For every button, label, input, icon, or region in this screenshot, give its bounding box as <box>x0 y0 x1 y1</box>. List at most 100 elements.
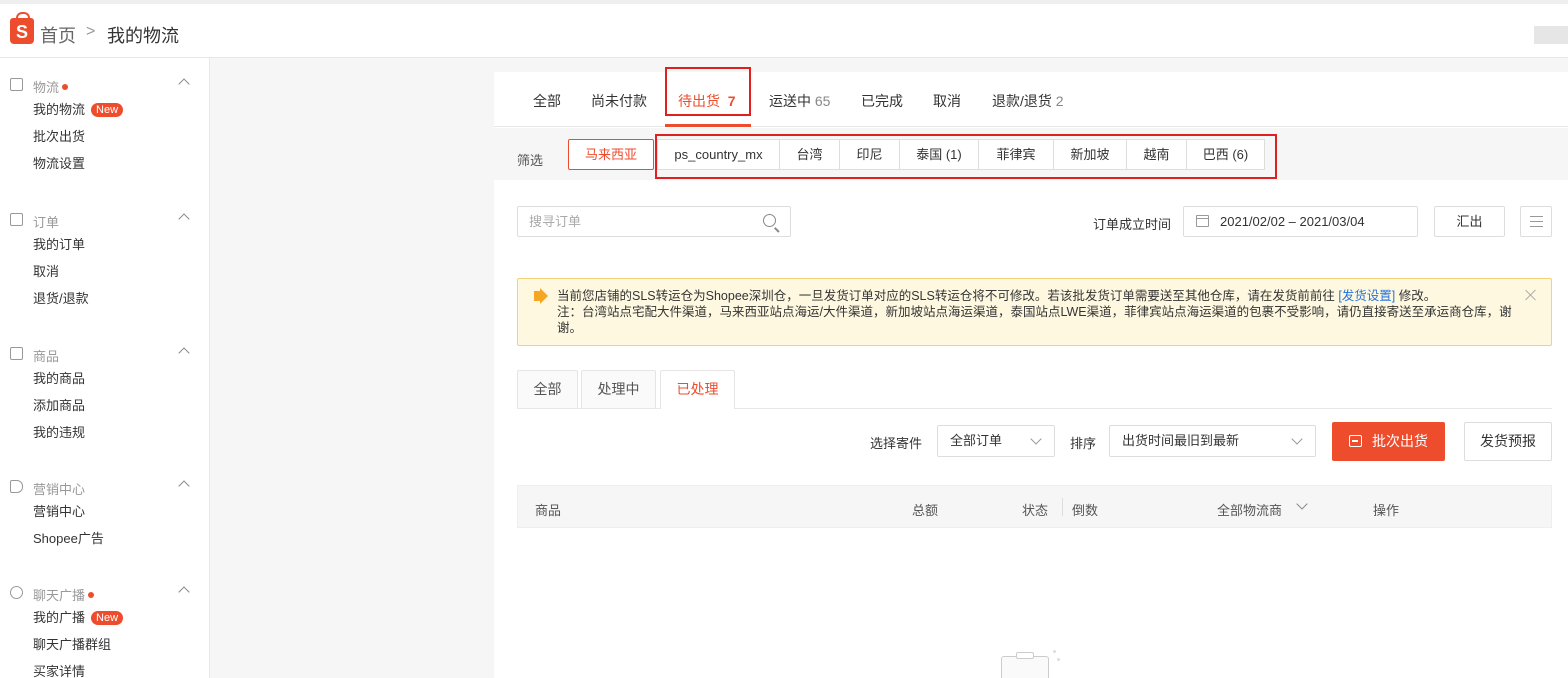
subtab-processing[interactable]: 处理中 <box>581 370 656 408</box>
calendar-icon <box>1196 215 1209 227</box>
sidebar-item-batch-ship[interactable]: 批次出货 <box>0 123 210 150</box>
top-header: S 首页 > 我的物流 <box>0 0 1568 58</box>
column-carrier-filter[interactable]: 全部物流商 <box>1217 500 1282 519</box>
sidebar-section-header[interactable]: 商品 <box>0 343 210 365</box>
sidebar-section-title: 营销中心 <box>33 482 86 497</box>
notice-banner: 当前您店铺的SLS转运仓为Shopee深圳仓，一旦发货订单对应的SLS转运仓将不… <box>517 278 1552 346</box>
column-product: 商品 <box>535 503 562 518</box>
column-action: 操作 <box>1373 503 1400 518</box>
more-menu-button[interactable] <box>1520 206 1552 237</box>
sidebar-section-title: 订单 <box>33 215 60 230</box>
search-input[interactable] <box>518 207 758 236</box>
notice-text: 当前您店铺的SLS转运仓为Shopee深圳仓，一旦发货订单对应的SLS转运仓将不… <box>557 289 1512 335</box>
sidebar-section-logistics: 物流 我的物流 New 批次出货 物流设置 <box>0 74 210 177</box>
column-total: 总额 <box>912 503 939 518</box>
sidebar-section-chat-broadcast: 聊天广播 我的广播 New 聊天广播群组 买家详情 <box>0 582 210 678</box>
courier-filter-label: 选择寄件 <box>870 436 923 451</box>
tab-all[interactable]: 全部 <box>533 91 561 111</box>
sidebar-section-title: 物流 <box>33 80 60 95</box>
column-divider <box>1062 498 1063 516</box>
sidebar-item-cancel[interactable]: 取消 <box>0 258 210 285</box>
sort-select[interactable]: 出货时间最旧到最新 <box>1109 425 1316 457</box>
sidebar-item-marketing-center[interactable]: 营销中心 <box>0 498 210 525</box>
speaker-icon <box>534 288 548 304</box>
sidebar-item-label: 聊天广播群组 <box>33 637 112 652</box>
new-badge: New <box>91 611 124 625</box>
chevron-up-icon[interactable] <box>178 213 190 225</box>
close-icon[interactable] <box>1525 289 1537 301</box>
column-countdown: 倒数 <box>1072 503 1099 518</box>
sidebar-item-label: 添加商品 <box>33 398 86 413</box>
sort-label: 排序 <box>1070 436 1097 451</box>
order-search <box>517 206 791 237</box>
date-filter-label: 订单成立时间 <box>1093 217 1172 232</box>
notice-note: 注：台湾站点宅配大件渠道，马来西亚站点海运/大件渠道，新加坡站点海运渠道，泰国站… <box>557 305 1512 335</box>
tab-cancelled[interactable]: 取消 <box>933 91 961 111</box>
tab-shipping[interactable]: 运送中 65 <box>769 91 830 111</box>
shipping-settings-link[interactable]: [发货设置] <box>1338 289 1395 303</box>
sidebar-item-label: 我的违规 <box>33 425 86 440</box>
notification-dot <box>62 84 69 90</box>
chevron-up-icon[interactable] <box>178 78 190 90</box>
sidebar-item-broadcast-groups[interactable]: 聊天广播群组 <box>0 631 210 658</box>
sidebar-item-shopee-ads[interactable]: Shopee广告 <box>0 525 210 552</box>
tag-icon <box>10 480 23 493</box>
sidebar-section-marketing: 营销中心 营销中心 Shopee广告 <box>0 476 210 552</box>
filter-label: 筛选 <box>517 153 544 168</box>
sidebar: 物流 我的物流 New 批次出货 物流设置 订单 我的订单 取消 退货/退款 商品… <box>0 58 210 678</box>
tab-unpaid[interactable]: 尚未付款 <box>591 91 647 111</box>
sidebar-item-label: 取消 <box>33 264 60 279</box>
chevron-up-icon[interactable] <box>178 480 190 492</box>
subtab-processed[interactable]: 已处理 <box>660 370 735 409</box>
filter-chip-malaysia[interactable]: 马来西亚 <box>568 139 654 170</box>
sidebar-item-my-products[interactable]: 我的商品 <box>0 365 210 392</box>
tab-completed[interactable]: 已完成 <box>861 91 903 111</box>
orders-table-header: 商品 总额 状态 倒数 全部物流商 操作 <box>517 485 1552 528</box>
subtab-all[interactable]: 全部 <box>517 370 578 408</box>
empty-state-clipboard-icon <box>1001 650 1060 678</box>
sidebar-section-header[interactable]: 物流 <box>0 74 210 96</box>
sidebar-item-label: 我的订单 <box>33 237 86 252</box>
sidebar-section-header[interactable]: 订单 <box>0 209 210 231</box>
account-avatar[interactable] <box>1534 26 1568 44</box>
breadcrumb-home[interactable]: 首页 <box>40 22 76 48</box>
sidebar-item-logistics-settings[interactable]: 物流设置 <box>0 150 210 177</box>
tab-count: 2 <box>1055 93 1064 109</box>
shopee-logo-icon[interactable]: S <box>10 12 34 44</box>
chevron-up-icon[interactable] <box>178 586 190 598</box>
sidebar-item-violations[interactable]: 我的违规 <box>0 419 210 446</box>
sort-select-value: 出货时间最旧到最新 <box>1122 433 1240 448</box>
chevron-up-icon[interactable] <box>178 347 190 359</box>
sidebar-item-returns[interactable]: 退货/退款 <box>0 285 210 312</box>
column-status: 状态 <box>1022 503 1049 518</box>
batch-ship-button[interactable]: 批次出货 <box>1332 422 1445 461</box>
search-icon[interactable] <box>763 214 776 227</box>
export-button[interactable]: 汇出 <box>1434 206 1505 237</box>
sidebar-item-add-product[interactable]: 添加商品 <box>0 392 210 419</box>
sidebar-section-products: 商品 我的商品 添加商品 我的违规 <box>0 343 210 446</box>
sidebar-section-header[interactable]: 聊天广播 <box>0 582 210 604</box>
chevron-down-icon[interactable] <box>1296 498 1308 510</box>
sidebar-item-label: 批次出货 <box>33 129 86 144</box>
sidebar-item-my-broadcast[interactable]: 我的广播 New <box>0 604 210 631</box>
sidebar-section-header[interactable]: 营销中心 <box>0 476 210 498</box>
sidebar-item-label: Shopee广告 <box>33 531 104 546</box>
tab-refund-return[interactable]: 退款/退货 2 <box>992 91 1064 111</box>
new-badge: New <box>91 103 124 117</box>
sidebar-item-buyer-details[interactable]: 买家详情 <box>0 658 210 678</box>
main-panel: 全部 尚未付款 待出货 7 运送中 65 已完成 取消 退款/退货 2 筛选 马… <box>494 67 1568 678</box>
sidebar-section-title: 商品 <box>33 349 60 364</box>
breadcrumb-separator: > <box>86 23 96 40</box>
sidebar-item-label: 买家详情 <box>33 664 86 678</box>
sidebar-item-label: 物流设置 <box>33 156 86 171</box>
ship-forecast-button[interactable]: 发货预报 <box>1464 422 1552 461</box>
breadcrumb-current: 我的物流 <box>107 26 179 46</box>
tab-count: 65 <box>814 93 831 109</box>
date-range-picker[interactable]: 2021/02/02 – 2021/03/04 <box>1183 206 1418 237</box>
sidebar-item-label: 我的广播 <box>33 610 86 625</box>
date-range-value: 2021/02/02 – 2021/03/04 <box>1220 214 1365 229</box>
sidebar-section-title: 聊天广播 <box>33 588 86 603</box>
courier-select[interactable]: 全部订单 <box>937 425 1055 457</box>
sidebar-item-my-logistics[interactable]: 我的物流 New <box>0 96 210 123</box>
sidebar-item-my-orders[interactable]: 我的订单 <box>0 231 210 258</box>
